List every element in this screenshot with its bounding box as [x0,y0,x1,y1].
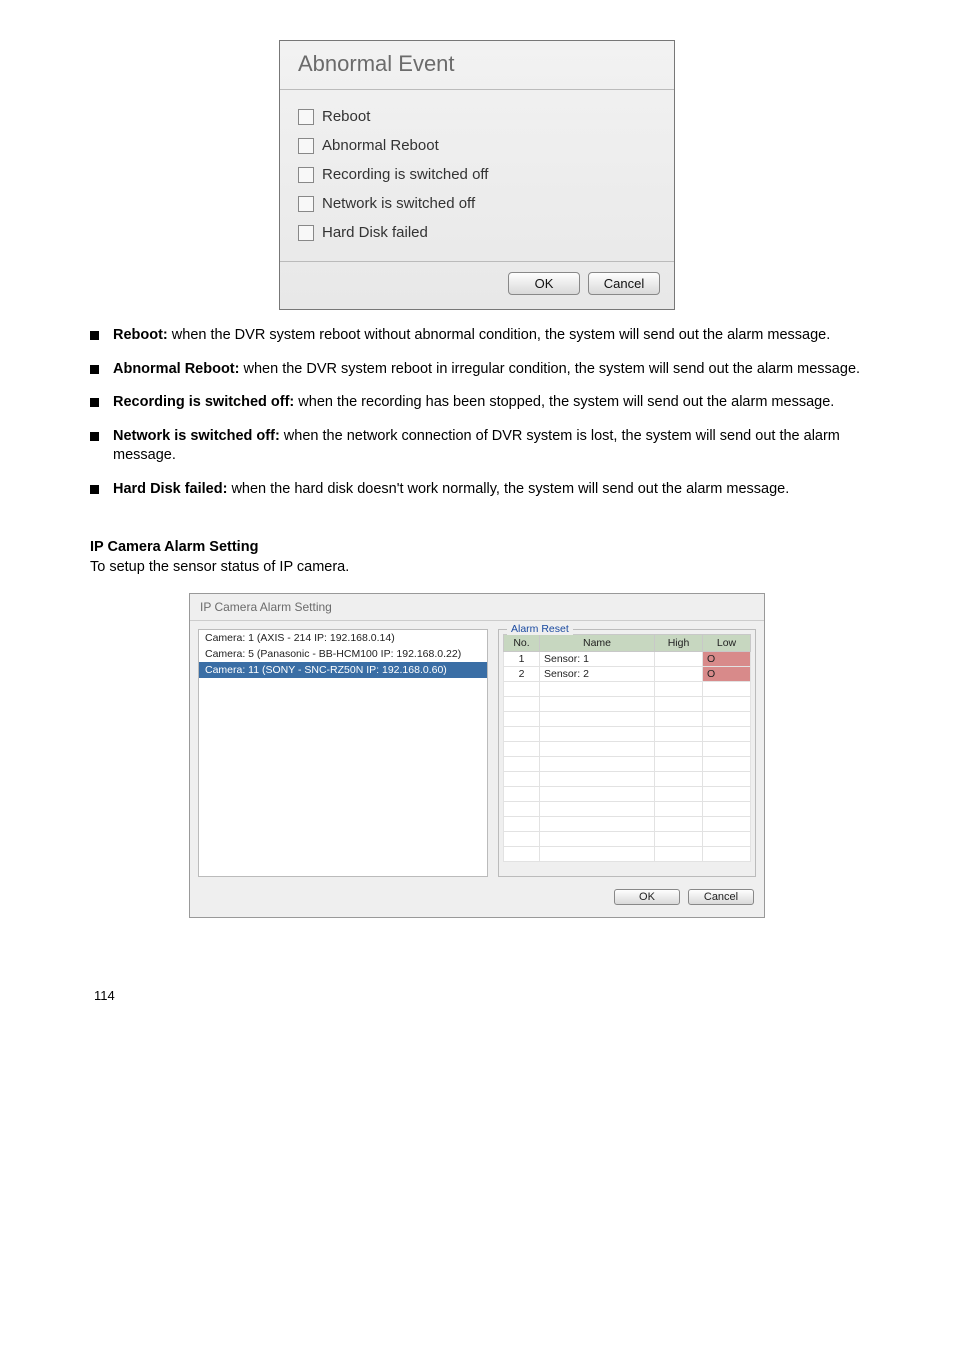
ok-button[interactable]: OK [508,272,580,295]
table-row[interactable] [504,757,751,772]
square-bullet-icon [90,432,99,441]
bullet-text: Abnormal Reboot: when the DVR system reb… [113,360,860,380]
abnormal-event-body: Reboot Abnormal Reboot Recording is swit… [280,90,674,261]
cell-high[interactable] [655,652,703,667]
table-row[interactable] [504,787,751,802]
table-row[interactable] [504,712,751,727]
checkbox-row[interactable]: Recording is switched off [298,160,656,189]
checkbox-network-off[interactable] [298,196,314,212]
sensor-table: No. Name High Low 1 Sensor: 1 O [503,634,751,862]
table-row[interactable] [504,832,751,847]
table-row[interactable]: 2 Sensor: 2 O [504,667,751,682]
cancel-button[interactable]: Cancel [688,889,754,905]
table-row[interactable] [504,682,751,697]
bullet-text: Hard Disk failed: when the hard disk doe… [113,480,789,500]
cell-low[interactable]: O [703,667,751,682]
checkbox-label: Abnormal Reboot [322,137,439,154]
checkbox-row[interactable]: Abnormal Reboot [298,131,656,160]
square-bullet-icon [90,331,99,340]
checkbox-reboot[interactable] [298,109,314,125]
cell-name: Sensor: 2 [540,667,655,682]
checkbox-label: Reboot [322,108,370,125]
checkbox-recording-off[interactable] [298,167,314,183]
alarm-reset-group: Alarm Reset No. Name High Low [498,629,756,877]
checkbox-label: Network is switched off [322,195,475,212]
cell-name: Sensor: 1 [540,652,655,667]
cell-no: 2 [504,667,540,682]
table-row[interactable]: 1 Sensor: 1 O [504,652,751,667]
ip-dialog-footer: OK Cancel [190,881,764,917]
checkbox-row[interactable]: Network is switched off [298,189,656,218]
col-name: Name [540,635,655,652]
page-number: 114 [94,988,115,1003]
table-row[interactable] [504,697,751,712]
alarm-reset-legend: Alarm Reset [507,623,573,635]
table-row[interactable] [504,802,751,817]
checkbox-abnormal-reboot[interactable] [298,138,314,154]
checkbox-row[interactable]: Hard Disk failed [298,218,656,247]
bullet-item: Hard Disk failed: when the hard disk doe… [90,480,864,500]
ip-dialog-title: IP Camera Alarm Setting [190,594,764,621]
bullet-list: Reboot: when the DVR system reboot witho… [90,326,864,499]
page-footer: 114 [90,988,864,1003]
ok-button[interactable]: OK [614,889,680,905]
camera-list[interactable]: Camera: 1 (AXIS - 214 IP: 192.168.0.14) … [198,629,488,877]
checkbox-hdd-failed[interactable] [298,225,314,241]
col-low: Low [703,635,751,652]
square-bullet-icon [90,398,99,407]
abnormal-dialog-footer: OK Cancel [280,261,674,309]
bullet-item: Network is switched off: when the networ… [90,427,864,466]
table-row[interactable] [504,817,751,832]
square-bullet-icon [90,365,99,374]
checkbox-label: Hard Disk failed [322,224,428,241]
camera-list-item[interactable]: Camera: 1 (AXIS - 214 IP: 192.168.0.14) [199,630,487,646]
table-row[interactable] [504,772,751,787]
checkbox-row[interactable]: Reboot [298,102,656,131]
table-row[interactable] [504,847,751,862]
cancel-button[interactable]: Cancel [588,272,660,295]
checkbox-label: Recording is switched off [322,166,488,183]
col-no: No. [504,635,540,652]
camera-list-item[interactable]: Camera: 5 (Panasonic - BB-HCM100 IP: 192… [199,646,487,662]
cell-low[interactable]: O [703,652,751,667]
ip-camera-alarm-dialog: IP Camera Alarm Setting Camera: 1 (AXIS … [189,593,765,918]
bullet-item: Reboot: when the DVR system reboot witho… [90,326,864,346]
bullet-text: Network is switched off: when the networ… [113,427,864,466]
section-header: IP Camera Alarm Setting [90,539,864,555]
cell-no: 1 [504,652,540,667]
camera-list-item[interactable]: Camera: 11 (SONY - SNC-RZ50N IP: 192.168… [199,662,487,678]
abnormal-event-title: Abnormal Event [280,41,674,90]
table-row[interactable] [504,742,751,757]
square-bullet-icon [90,485,99,494]
bullet-text: Reboot: when the DVR system reboot witho… [113,326,830,346]
table-row[interactable] [504,727,751,742]
bullet-item: Recording is switched off: when the reco… [90,393,864,413]
section-text: To setup the sensor status of IP camera. [90,559,864,575]
cell-high[interactable] [655,667,703,682]
abnormal-event-dialog: Abnormal Event Reboot Abnormal Reboot Re… [279,40,675,310]
col-high: High [655,635,703,652]
bullet-item: Abnormal Reboot: when the DVR system reb… [90,360,864,380]
bullet-text: Recording is switched off: when the reco… [113,393,834,413]
